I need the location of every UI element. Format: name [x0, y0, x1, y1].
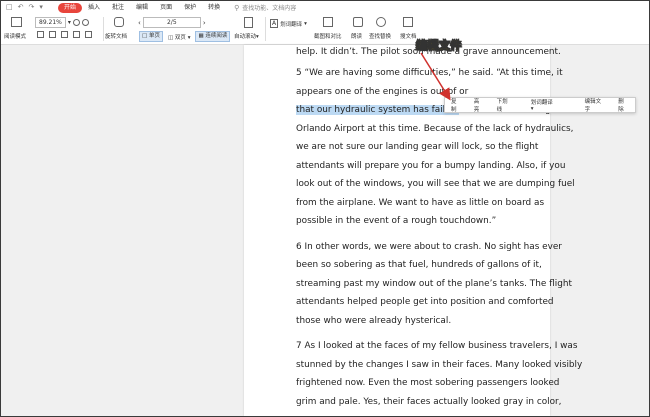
annotation-label: 编辑文件	[416, 39, 462, 53]
app-window: □ ↶ ↷ ▾ 开始 插入 批注 编辑 页面 保护 转换 ⚲ 查找功能、文档内容…	[0, 0, 650, 417]
annotation-arrow	[420, 52, 451, 101]
